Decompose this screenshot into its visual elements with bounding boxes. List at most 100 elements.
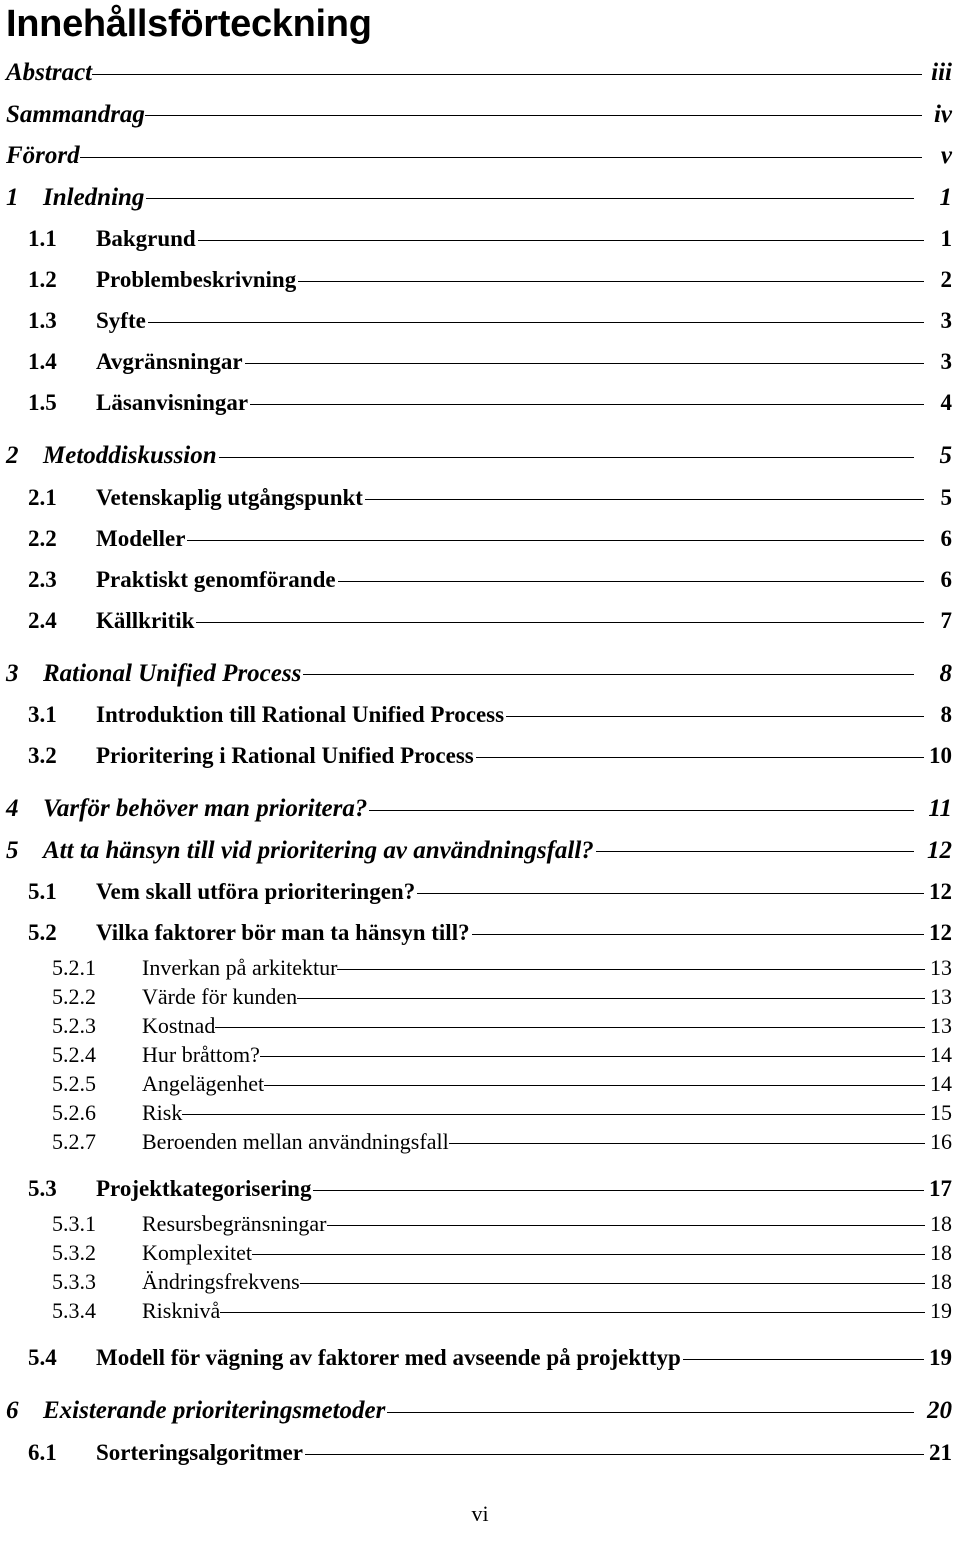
toc-leader-line xyxy=(146,180,914,205)
toc-entry-label: Kostnad xyxy=(142,1013,216,1038)
toc-entry-label: Värde för kunden xyxy=(142,984,298,1009)
toc-entry-number: 2.1 xyxy=(28,484,57,510)
toc-entry-page-number: 14 xyxy=(930,1071,952,1096)
toc-entry-level-2[interactable]: 6.1 Sorteringsalgoritmer 21 xyxy=(6,1432,952,1473)
toc-entry-label: Att ta hänsyn till vid prioritering av a… xyxy=(43,836,594,864)
toc-entry-number: 5.3.1 xyxy=(52,1211,96,1236)
toc-entry-number: 3 xyxy=(6,659,19,687)
toc-entry-level-1[interactable]: 1 Inledning 1 xyxy=(6,177,952,219)
toc-entry-level-3[interactable]: 5.2.5 Angelägenhet 14 xyxy=(6,1069,952,1098)
toc-entry-label: Existerande prioriteringsmetoder xyxy=(43,1397,386,1424)
toc-entry-level-3[interactable]: 5.2.3 Kostnad 13 xyxy=(6,1011,952,1040)
toc-entry-page-number: 6 xyxy=(940,525,953,551)
toc-entry-number: 2.4 xyxy=(28,607,57,633)
toc-entry-level-3[interactable]: 5.2.2 Värde för kunden 13 xyxy=(6,982,952,1011)
toc-leader-line xyxy=(337,953,925,975)
toc-leader-line xyxy=(448,1127,926,1149)
toc-entry-page-number: 6 xyxy=(940,566,953,592)
toc-entry-page-number: 18 xyxy=(930,1240,952,1265)
toc-entry-level-2[interactable]: 1.5 Läsanvisningar 4 xyxy=(6,382,952,423)
toc-entry-level-2[interactable]: 5.1 Vem skall utföra prioriteringen? 12 xyxy=(6,871,952,912)
toc-leader-line xyxy=(218,438,915,463)
toc-entry-level-3[interactable]: 5.2.1 Inverkan på arkitektur 13 xyxy=(6,953,952,982)
toc-entry-number: 3.1 xyxy=(28,702,57,727)
toc-entry-level-2[interactable]: 3.2 Prioritering i Rational Unified Proce… xyxy=(6,735,952,776)
toc-entry-number: 6.1 xyxy=(28,1439,57,1465)
toc-entry-number: 5.2.7 xyxy=(52,1129,96,1154)
toc-entry-level-3[interactable]: 5.3.2 Komplexitet 18 xyxy=(6,1238,952,1267)
toc-entry-level-2[interactable]: 5.3 Projektkategorisering 17 xyxy=(6,1168,952,1209)
toc-entry-level-3[interactable]: 5.3.1 Resursbegränsningar 18 xyxy=(6,1209,952,1238)
toc-entry-number: 5.3.3 xyxy=(52,1269,96,1294)
toc-entry-level-1[interactable]: 2 Metoddiskussion 5 xyxy=(6,435,952,477)
toc-entry-level-2[interactable]: 1.4 Avgränsningar 3 xyxy=(6,341,952,382)
toc-entry-page-number: 1 xyxy=(939,183,953,211)
toc-entry-label: Vilka faktorer bör man ta hänsyn till? xyxy=(96,920,470,945)
toc-entry-level-0[interactable]: Abstract iii xyxy=(6,52,952,94)
toc-entry-level-2[interactable]: 2.3 Praktiskt genomförande 6 xyxy=(6,559,952,600)
toc-entry-page-number: 12 xyxy=(929,920,952,945)
toc-entry-label: Introduktion till Rational Unified Proce… xyxy=(96,702,505,727)
toc-entry-level-3[interactable]: 5.3.3 Ändringsfrekvens 18 xyxy=(6,1267,952,1296)
toc-leader-line xyxy=(182,1098,925,1120)
toc-leader-line xyxy=(326,1209,926,1231)
toc-entry-number: 2.2 xyxy=(28,525,57,551)
toc-entry-label: Modell för vägning av faktorer med avsee… xyxy=(96,1345,681,1370)
toc-entry-page-number: 2 xyxy=(940,267,953,292)
toc-entry-page-number: 1 xyxy=(940,226,953,251)
toc-leader-line xyxy=(147,305,925,328)
toc-leader-line xyxy=(92,55,922,80)
toc-entry-level-2[interactable]: 5.2 Vilka faktorer bör man ta hänsyn till… xyxy=(6,912,952,953)
toc-entry-level-0[interactable]: Sammandrag iv xyxy=(6,94,952,136)
toc-entry-level-2[interactable]: 5.4 Modell för vägning av faktorer med av… xyxy=(6,1337,952,1378)
toc-entry-label: Läsanvisningar xyxy=(96,390,249,415)
toc-entry-level-0[interactable]: Förord v xyxy=(6,135,952,177)
toc-entry-label: Problembeskrivning xyxy=(96,267,297,292)
toc-entry-level-2[interactable]: 1.3 Syfte 3 xyxy=(6,300,952,341)
toc-entry-page-number: 15 xyxy=(930,1100,952,1125)
toc-entry-level-2[interactable]: 2.4 Källkritik 7 xyxy=(6,600,952,641)
toc-entry-level-1[interactable]: 3 Rational Unified Process 8 xyxy=(6,653,952,695)
toc-entry-level-2[interactable]: 2.2 Modeller 6 xyxy=(6,518,952,559)
toc-entry-number: 1.2 xyxy=(28,267,57,292)
page-title: Innehållsförteckning xyxy=(6,3,372,45)
toc-leader-line xyxy=(297,982,925,1004)
toc-entry-page-number: 19 xyxy=(930,1298,952,1323)
toc-entry-page-number: iii xyxy=(931,59,952,86)
toc-entry-level-3[interactable]: 5.3.4 Risknivå 19 xyxy=(6,1296,952,1325)
toc-entry-page-number: 17 xyxy=(929,1176,952,1201)
toc-leader-line xyxy=(364,482,925,505)
toc-entry-level-2[interactable]: 2.1 Vetenskaplig utgångspunkt 5 xyxy=(6,477,952,518)
toc-entry-label: Resursbegränsningar xyxy=(142,1211,327,1236)
toc-entry-label: Metoddiskussion xyxy=(43,442,217,469)
toc-entry-level-1[interactable]: 4 Varför behöver man prioritera? 11 xyxy=(6,788,952,830)
toc-leader-line xyxy=(244,346,925,369)
toc-entry-page-number: 4 xyxy=(940,390,953,415)
toc-entry-level-1[interactable]: 6 Existerande prioriteringsmetoder 20 xyxy=(6,1390,952,1432)
toc-entry-level-3[interactable]: 5.2.4 Hur bråttom? 14 xyxy=(6,1040,952,1069)
toc-entry-page-number: 13 xyxy=(930,1013,952,1038)
toc-entry-number: 5.3.4 xyxy=(52,1298,96,1323)
toc-entry-label: Modeller xyxy=(96,525,186,551)
toc-entry-level-1[interactable]: 5 Att ta hänsyn till vid prioritering av … xyxy=(6,830,952,872)
toc-entry-number: 5.2.4 xyxy=(52,1042,96,1067)
toc-entry-label: Bakgrund xyxy=(96,226,196,251)
toc-entry-page-number: 13 xyxy=(930,955,952,980)
toc-entry-number: 5.2.3 xyxy=(52,1013,96,1038)
toc-entry-number: 5.2.2 xyxy=(52,984,96,1009)
toc-leader-line xyxy=(299,1267,926,1289)
toc-entry-level-2[interactable]: 1.2 Problembeskrivning 2 xyxy=(6,259,952,300)
toc-entry-level-2[interactable]: 1.1 Bakgrund 1 xyxy=(6,218,952,259)
toc-entry-number: 5.2.6 xyxy=(52,1100,96,1125)
toc-entry-level-3[interactable]: 5.2.7 Beroenden mellan användningsfall 16 xyxy=(6,1127,952,1156)
toc-entry-label: Inverkan på arkitektur xyxy=(142,955,338,980)
toc-leader-line xyxy=(471,917,925,940)
toc-entry-number: 1 xyxy=(6,183,19,211)
toc-entry-number: 5.2.5 xyxy=(52,1071,96,1096)
toc-entry-level-2[interactable]: 3.1 Introduktion till Rational Unified Pr… xyxy=(6,694,952,735)
toc-leader-line xyxy=(197,223,925,246)
toc-entry-number: 5.2.1 xyxy=(52,955,96,980)
toc-entry-page-number: 3 xyxy=(940,349,953,374)
toc-entry-level-3[interactable]: 5.2.6 Risk 15 xyxy=(6,1098,952,1127)
toc-leader-line xyxy=(264,1069,925,1091)
